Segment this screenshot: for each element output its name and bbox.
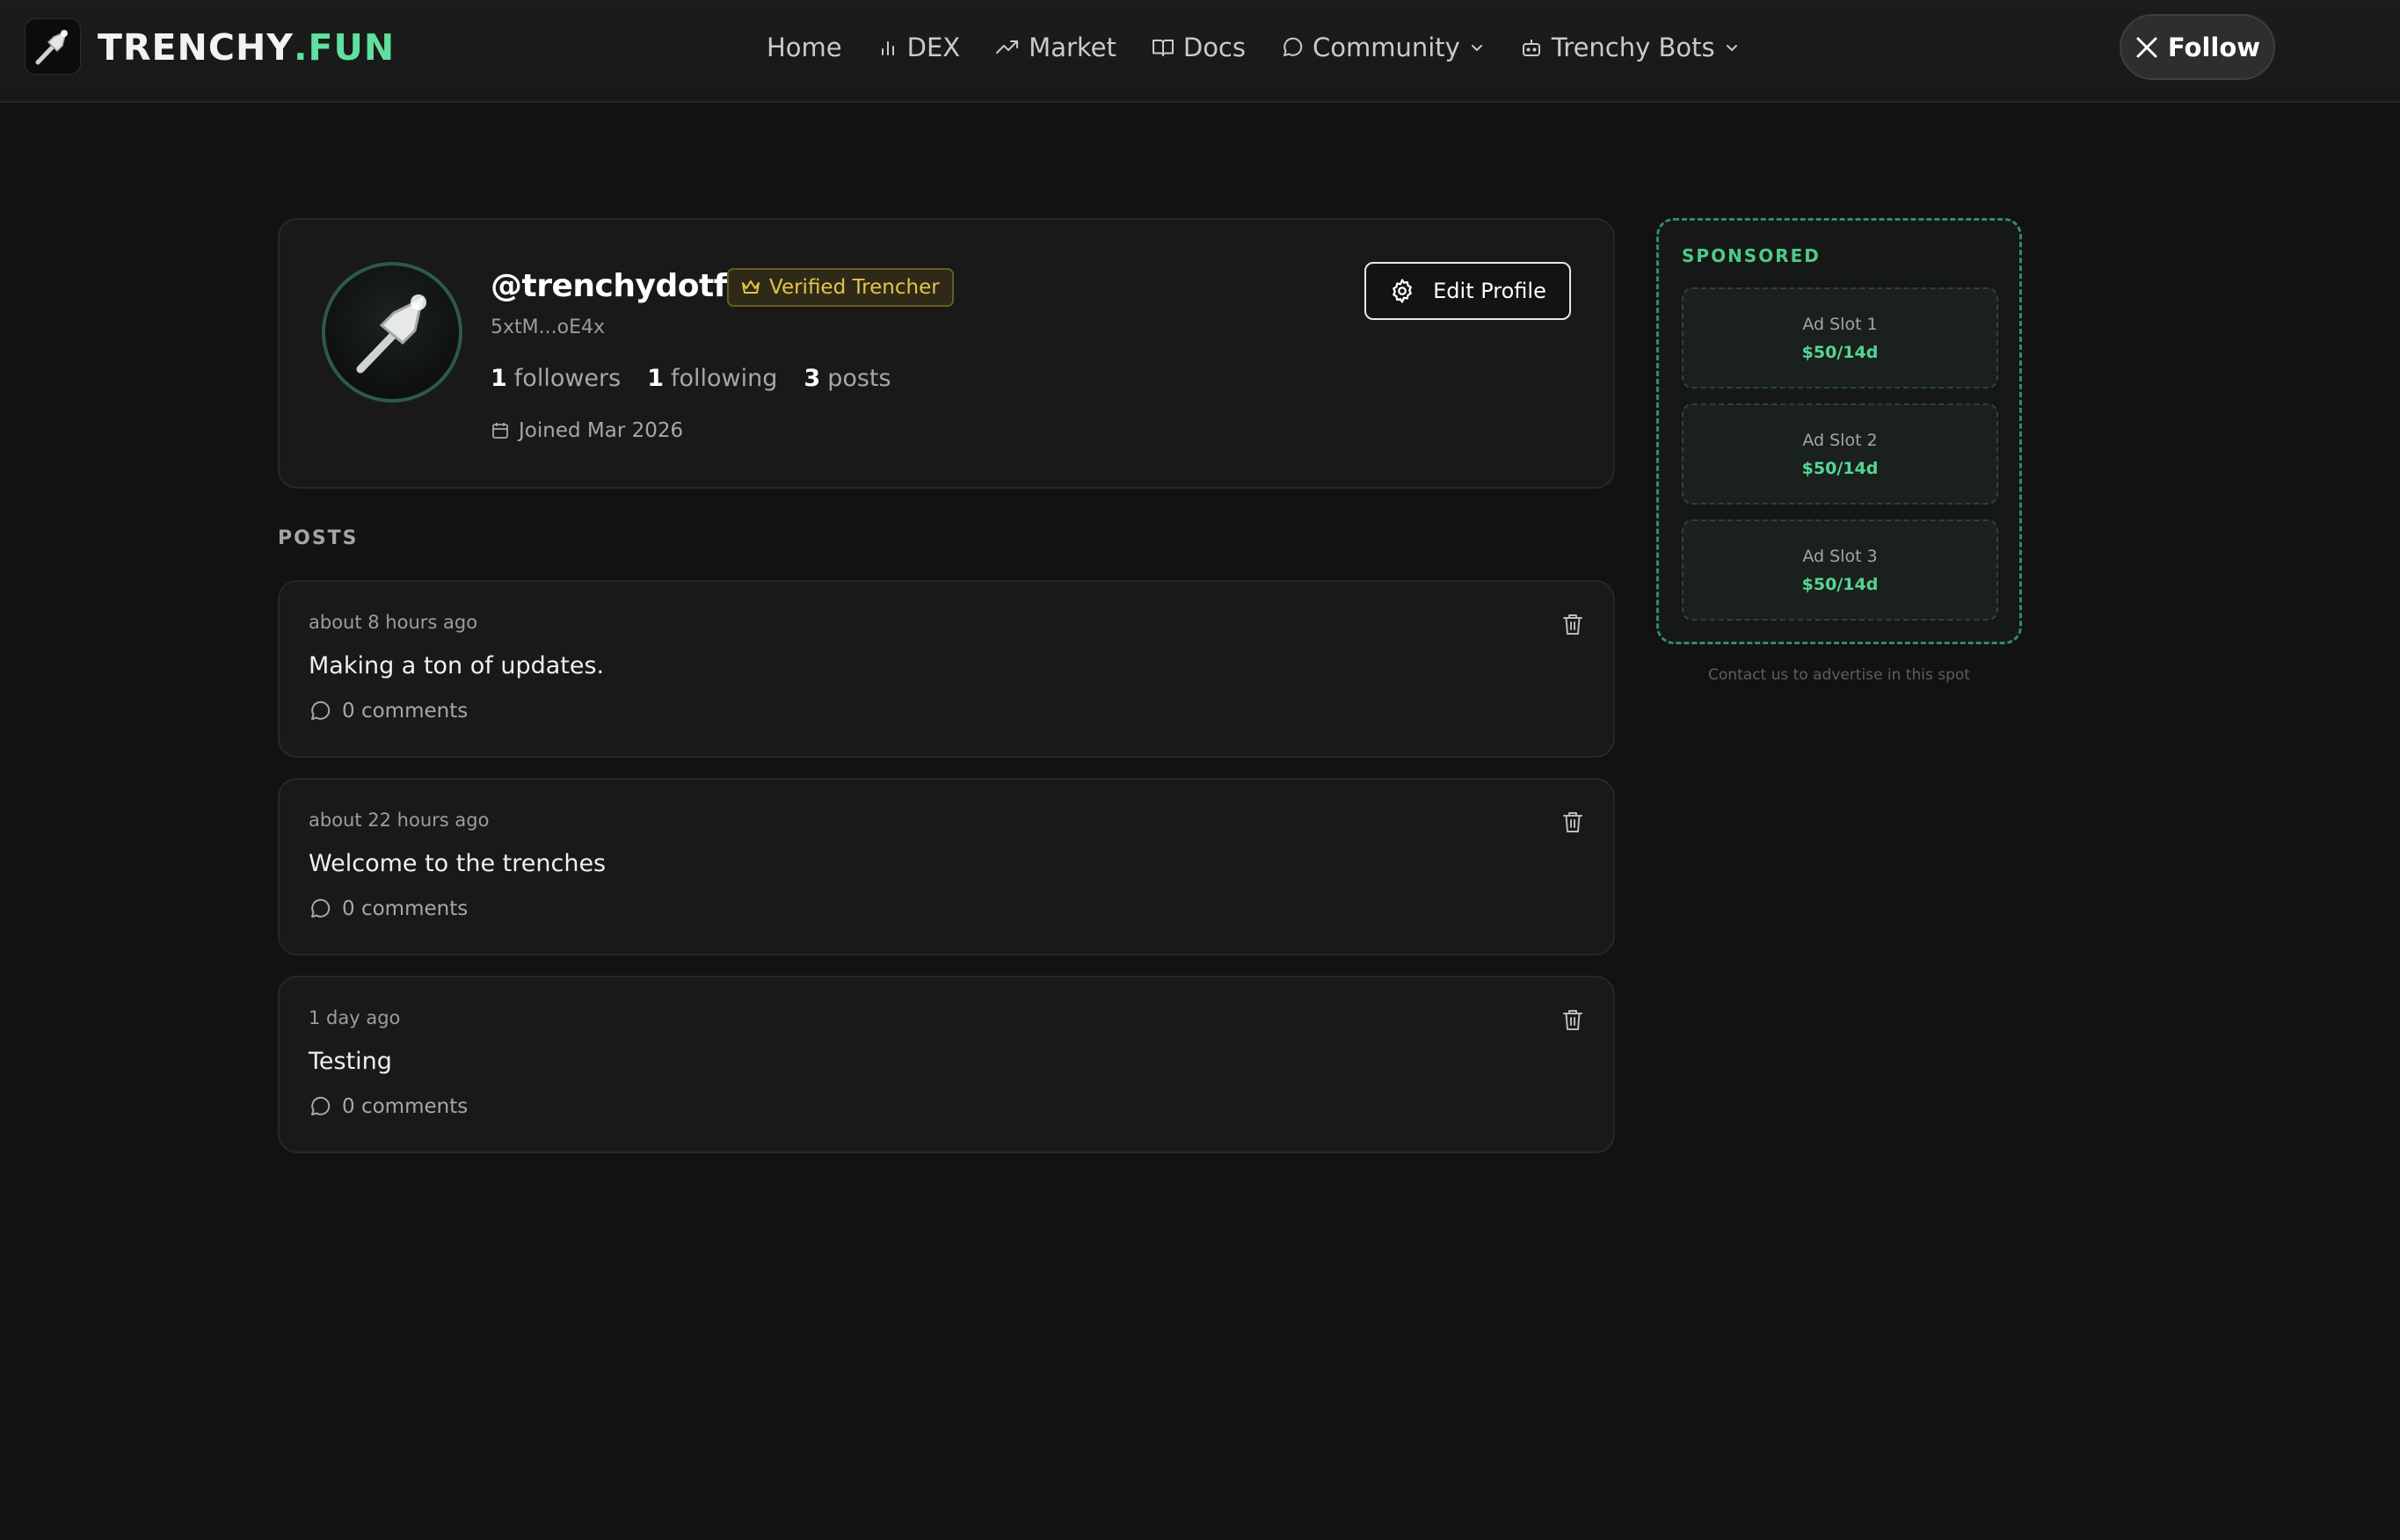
trending-up-icon	[996, 40, 1019, 54]
nav-docs-label: Docs	[1182, 33, 1246, 62]
ad-slot-name: Ad Slot 2	[1802, 430, 1878, 450]
post-comments-label: 0 comments	[342, 897, 469, 920]
sponsored-title: SPONSORED	[1682, 245, 1821, 266]
nav-docs[interactable]: Docs	[1152, 33, 1246, 62]
brand-name-part2: .FUN	[293, 26, 396, 69]
shovel-logo-icon	[35, 30, 68, 65]
followers-count: 1	[491, 364, 507, 392]
post-text: Making a ton of updates.	[309, 652, 605, 679]
gear-icon	[1393, 279, 1412, 303]
nav-trenchy-bots-label: Trenchy Bots	[1551, 33, 1715, 62]
following-count: 1	[647, 364, 665, 392]
ad-slot-price: $50/14d	[1801, 458, 1879, 478]
post-time: about 22 hours ago	[309, 810, 490, 831]
nav-dex[interactable]: DEX	[877, 33, 961, 62]
post-comments[interactable]: 0 comments	[309, 697, 468, 725]
posts-section-title: POSTS	[278, 527, 359, 549]
ad-slot-name: Ad Slot 3	[1802, 546, 1878, 566]
post-text: Testing	[309, 1048, 392, 1075]
post-comments[interactable]: 0 comments	[309, 1093, 468, 1121]
profile-card: @trenchydotfun Verified Trencher 5xtM...…	[278, 218, 1615, 489]
book-icon	[1152, 40, 1174, 56]
following-label: following	[671, 364, 778, 392]
chevron-down-icon	[1726, 45, 1737, 52]
nav-dex-label: DEX	[906, 33, 961, 62]
nav-market-label: Market	[1029, 33, 1116, 62]
profile-stats: 1 followers 1 following 3 posts	[491, 360, 891, 396]
post-time: about 8 hours ago	[309, 612, 478, 633]
delete-post-button[interactable]	[1559, 1006, 1587, 1034]
x-logo-icon	[2136, 37, 2157, 57]
followers-stat[interactable]: 1 followers	[491, 365, 621, 392]
ad-slot-price: $50/14d	[1801, 574, 1879, 594]
nav-home[interactable]: Home	[767, 33, 842, 62]
post-comments-label: 0 comments	[342, 700, 469, 723]
comment-icon	[311, 701, 331, 720]
joined-label: Joined Mar 2026	[519, 419, 684, 442]
comment-icon	[311, 1096, 331, 1115]
post-card[interactable]: about 8 hours ago Making a ton of update…	[278, 580, 1615, 758]
follow-on-x-button[interactable]: Follow	[2120, 14, 2275, 80]
ad-slot-name: Ad Slot 1	[1802, 314, 1878, 334]
comment-icon	[311, 898, 331, 918]
post-comments-label: 0 comments	[342, 1095, 469, 1118]
trash-icon	[1563, 1010, 1582, 1030]
shovel-avatar-icon	[356, 294, 426, 374]
edit-profile-button[interactable]: Edit Profile	[1364, 262, 1571, 320]
trash-icon	[1563, 614, 1582, 635]
sponsored-panel: SPONSORED Ad Slot 1 $50/14d Ad Slot 2 $5…	[1656, 218, 2022, 644]
post-card[interactable]: 1 day ago Testing 0 comments	[278, 976, 1615, 1153]
ad-slot[interactable]: Ad Slot 2 $50/14d	[1682, 403, 1998, 505]
advertise-contact-link[interactable]: Contact us to advertise in this spot	[1656, 666, 2022, 684]
trash-icon	[1563, 812, 1582, 832]
calendar-icon	[492, 423, 508, 439]
nav-trenchy-bots[interactable]: Trenchy Bots	[1520, 33, 1740, 62]
followers-label: followers	[513, 364, 622, 392]
post-card[interactable]: about 22 hours ago Welcome to the trench…	[278, 778, 1615, 955]
bar-chart-icon	[881, 41, 894, 55]
nav-community[interactable]: Community	[1281, 33, 1485, 62]
wallet-address[interactable]: 5xtM...oE4x	[491, 316, 605, 338]
joined-date: Joined Mar 2026	[491, 415, 683, 447]
post-time: 1 day ago	[309, 1007, 401, 1028]
delete-post-button[interactable]	[1559, 610, 1587, 638]
ad-slot[interactable]: Ad Slot 1 $50/14d	[1682, 287, 1998, 389]
post-comments[interactable]: 0 comments	[309, 895, 468, 923]
crown-icon	[742, 280, 760, 294]
verified-badge: Verified Trencher	[727, 268, 954, 307]
following-stat[interactable]: 1 following	[647, 365, 777, 392]
posts-stat: 3 posts	[804, 365, 891, 392]
logo[interactable]	[25, 18, 81, 75]
posts-count: 3	[804, 364, 821, 392]
message-circle-icon	[1284, 37, 1303, 56]
brand-name[interactable]: TRENCHY .FUN	[98, 25, 395, 70]
ad-slot[interactable]: Ad Slot 3 $50/14d	[1682, 519, 1998, 621]
badge-label: Verified Trencher	[769, 276, 940, 299]
edit-profile-label: Edit Profile	[1433, 279, 1546, 303]
main-menu: Home DEX Market Docs Community Trenchy B…	[767, 25, 1740, 70]
chevron-down-icon	[1471, 45, 1482, 52]
nav-community-label: Community	[1313, 33, 1460, 62]
post-text: Welcome to the trenches	[309, 850, 607, 877]
avatar	[322, 262, 462, 403]
delete-post-button[interactable]	[1559, 808, 1587, 836]
ad-slot-price: $50/14d	[1801, 342, 1879, 362]
posts-label: posts	[827, 364, 891, 392]
nav-home-label: Home	[767, 33, 842, 62]
nav-market[interactable]: Market	[995, 33, 1116, 62]
follow-label: Follow	[2167, 32, 2261, 62]
top-navbar: TRENCHY .FUN Home DEX Market Docs Commun…	[0, 0, 2400, 103]
bot-icon	[1522, 40, 1540, 56]
brand-name-part1: TRENCHY	[98, 26, 294, 69]
